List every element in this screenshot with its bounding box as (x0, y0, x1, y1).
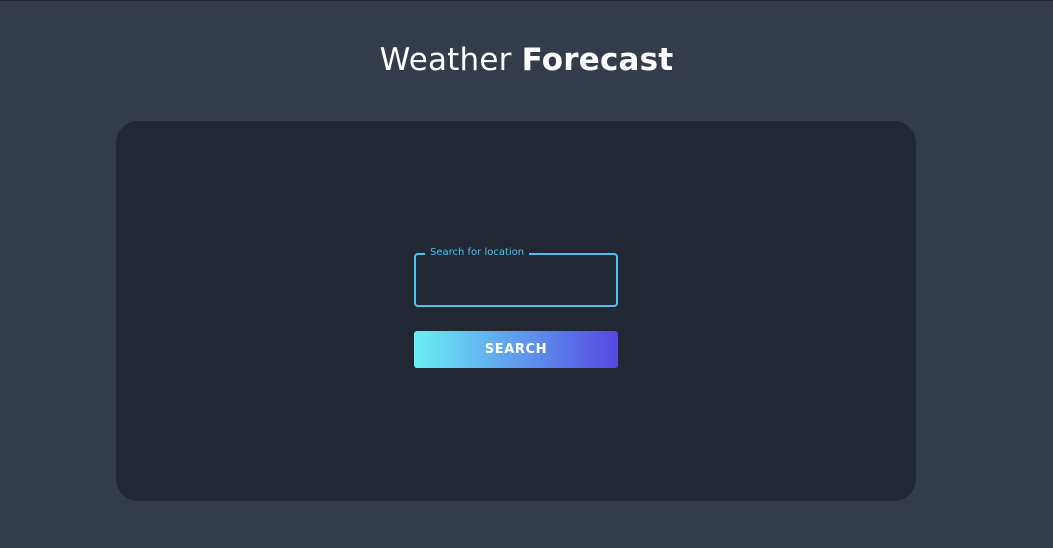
top-border (0, 0, 1053, 1)
title-light: Weather (379, 42, 522, 78)
title-bold: Forecast (521, 42, 674, 78)
search-button[interactable]: SEARCH (414, 331, 618, 368)
page-title: Weather Forecast (0, 40, 1053, 80)
search-input[interactable] (416, 255, 616, 305)
search-card: Search for location SEARCH (116, 121, 916, 501)
search-field[interactable]: Search for location (414, 246, 618, 307)
